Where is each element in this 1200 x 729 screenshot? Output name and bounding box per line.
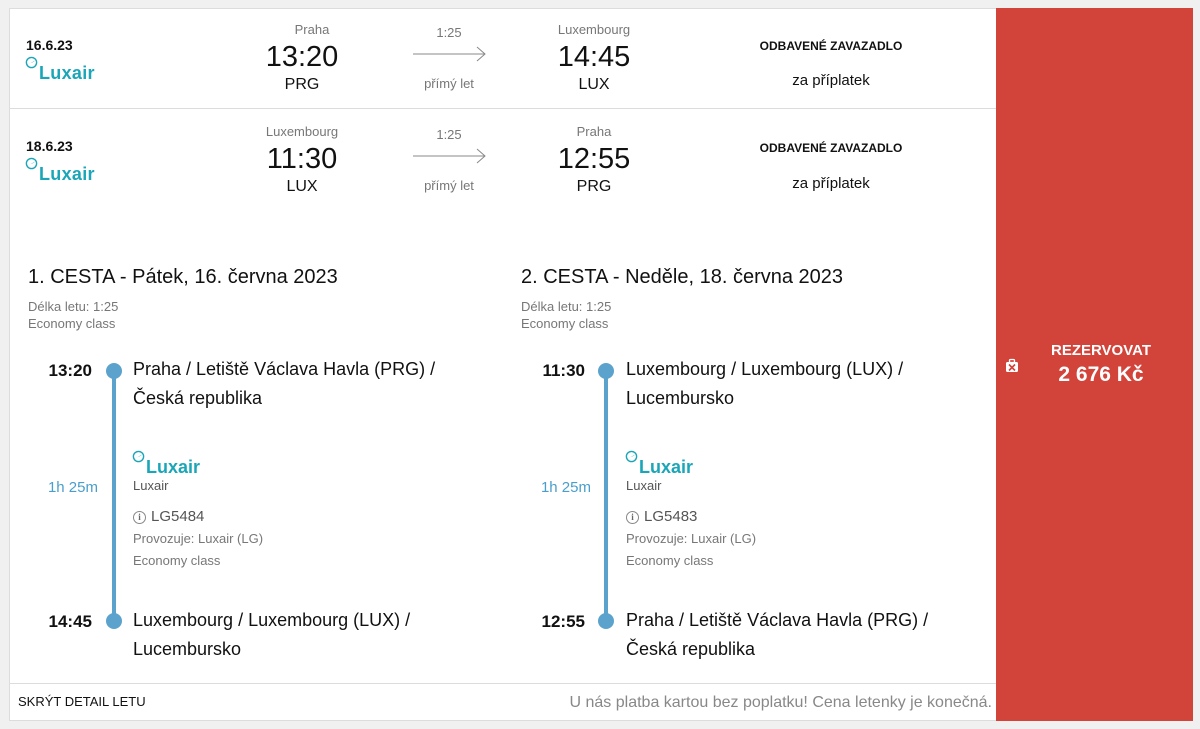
departure-time: 11:30 (266, 143, 338, 175)
carrier-logo: Luxair (625, 450, 693, 478)
carrier-name: Luxair (133, 478, 169, 493)
arrival-code: PRG (576, 178, 612, 195)
arrival-code: LUX (578, 76, 610, 93)
operated-by: Provozuje: Luxair (LG) (133, 531, 264, 546)
segment-class: Economy class (133, 553, 221, 568)
baggage-title: ODBAVENÉ ZAVAZADLO (759, 39, 903, 53)
flight-summary-row-outbound[interactable]: 16.6.23 Luxair Praha 13:20 PRG 1:25 přím… (10, 9, 997, 109)
timeline-end-dot (598, 613, 614, 629)
flight-number[interactable]: i LG5484 (133, 508, 204, 525)
segment-departure-place: Luxembourg / Luxembourg (LUX) / Lucembur… (626, 359, 904, 408)
departure-code: PRG (284, 76, 320, 93)
info-icon[interactable]: i (626, 511, 639, 524)
timeline-start-dot (598, 363, 614, 379)
luxair-logo-icon (132, 450, 145, 463)
baggage-title: ODBAVENÉ ZAVAZADLO (759, 141, 903, 155)
flight-result-card: 16.6.23 Luxair Praha 13:20 PRG 1:25 přím… (9, 8, 997, 722)
book-button-label: REZERVOVAT (1050, 342, 1151, 359)
luxair-logo-icon (25, 157, 38, 170)
segment-class: Economy class (626, 553, 714, 568)
arrow-right-icon (413, 148, 486, 164)
arrival-city: Praha (576, 124, 612, 139)
segment-arrival-place: Luxembourg / Luxembourg (LUX) / Lucembur… (133, 610, 411, 659)
card-footer: SKRÝT DETAIL LETU U nás platba kartou be… (10, 683, 997, 722)
info-icon[interactable]: i (133, 511, 146, 524)
baggage-value: za příplatek (792, 72, 870, 89)
carrier-logo: Luxair (132, 450, 200, 478)
leg-title: 2. CESTA - Neděle, 18. června 2023 (521, 266, 844, 288)
airline-logo: Luxair (25, 56, 95, 84)
flight-duration: 1:25 (436, 25, 462, 40)
luxair-logo-icon (25, 56, 38, 69)
flight-summary-row-return[interactable]: 18.6.23 Luxair Luxembourg 11:30 LUX 1:25… (10, 110, 997, 210)
segment-arrival-time: 12:55 (541, 612, 585, 631)
segment-duration: 1h 25m (540, 479, 591, 496)
arrival-time: 12:55 (557, 143, 631, 175)
flight-type: přímý let (424, 178, 474, 193)
carrier-name: Luxair (626, 478, 662, 493)
leg-class: Economy class (521, 316, 609, 331)
flight-duration: 1:25 (436, 127, 462, 142)
timeline-start-dot (106, 363, 122, 379)
arrival-city: Luxembourg (557, 22, 631, 37)
arrival-time: 14:45 (557, 41, 631, 73)
hide-flight-detail-link[interactable]: SKRÝT DETAIL LETU (18, 694, 146, 709)
segment-departure-time: 11:30 (542, 361, 585, 380)
departure-city: Praha (294, 22, 330, 37)
segment-arrival-place: Praha / Letiště Václava Havla (PRG) / Če… (626, 610, 929, 659)
operated-by: Provozuje: Luxair (LG) (626, 531, 757, 546)
timeline-line (112, 371, 116, 623)
timeline-end-dot (106, 613, 122, 629)
flight-type: přímý let (424, 76, 474, 91)
leg-flight-length: Délka letu: 1:25 (28, 299, 119, 314)
segment-duration: 1h 25m (47, 479, 98, 496)
segment-arrival-time: 14:45 (48, 612, 92, 631)
segment-departure-place: Praha / Letiště Václava Havla (PRG) / Če… (133, 359, 436, 408)
price: 2 676 Kč (1058, 363, 1144, 386)
leg-flight-length: Délka letu: 1:25 (521, 299, 612, 314)
baggage-value: za příplatek (792, 175, 870, 192)
leg-class: Economy class (28, 316, 116, 331)
flight-date: 18.6.23 (26, 138, 73, 154)
timeline-line (604, 371, 608, 623)
airline-logo: Luxair (25, 157, 95, 185)
payment-note: U nás platba kartou bez poplatku! Cena l… (569, 694, 993, 711)
luxair-logo-icon (625, 450, 638, 463)
arrow-right-icon (413, 46, 486, 62)
book-button[interactable]: REZERVOVAT 2 676 Kč (996, 8, 1193, 721)
departure-time: 13:20 (265, 41, 339, 73)
segment-departure-time: 13:20 (48, 361, 92, 380)
departure-city: Luxembourg (265, 124, 339, 139)
leg-title: 1. CESTA - Pátek, 16. června 2023 (28, 266, 338, 288)
departure-code: LUX (286, 178, 318, 195)
flight-number[interactable]: i LG5483 (626, 508, 697, 525)
flight-date: 16.6.23 (26, 37, 73, 53)
no-baggage-icon (1006, 358, 1018, 372)
